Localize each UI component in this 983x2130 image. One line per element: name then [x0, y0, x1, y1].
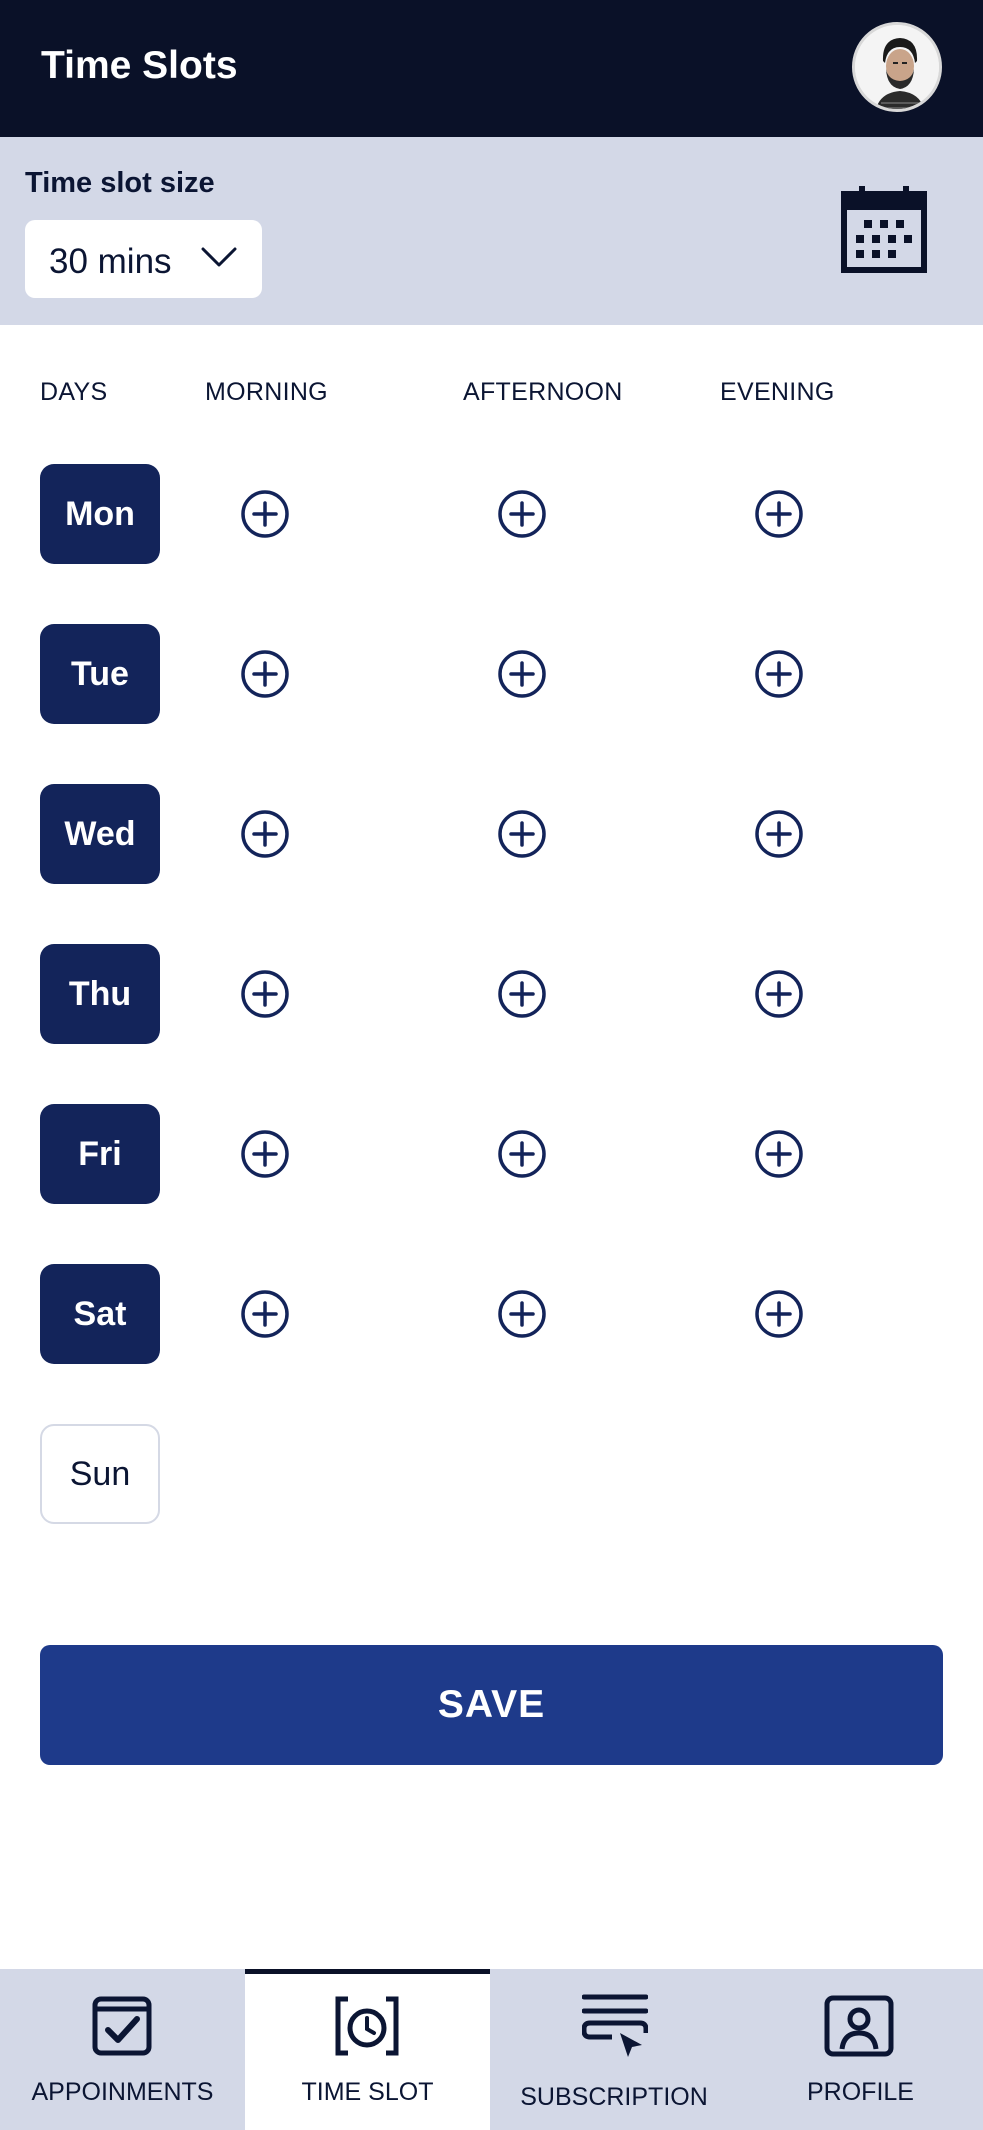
add-slot-tue-afternoon-icon[interactable] [497, 649, 547, 699]
page-title: Time Slots [41, 44, 238, 87]
app-header: Time Slots [0, 0, 983, 137]
avatar-icon [855, 25, 939, 109]
day-button-fri[interactable]: Fri [40, 1104, 160, 1204]
nav-label-appointments: APPOINMENTS [31, 2078, 214, 2106]
day-button-sat[interactable]: Sat [40, 1264, 160, 1364]
add-slot-sat-afternoon-icon[interactable] [497, 1289, 547, 1339]
nav-label-subscription: SUBSCRIPTION [520, 2083, 708, 2111]
add-slot-sat-morning-icon[interactable] [240, 1289, 290, 1339]
column-header-morning: MORNING [205, 378, 328, 406]
slot-size-value: 30 mins [49, 242, 172, 281]
column-header-afternoon: AFTERNOON [463, 378, 623, 406]
add-slot-wed-morning-icon[interactable] [240, 809, 290, 859]
column-header-days: DAYS [40, 378, 108, 406]
nav-item-time-slot[interactable]: TIME SLOT [245, 1969, 490, 2130]
time-slot-icon [335, 1996, 399, 2056]
slot-settings-panel: Time slot size 30 mins [0, 137, 983, 325]
nav-item-subscription[interactable]: SUBSCRIPTION [490, 1969, 738, 2130]
add-slot-thu-evening-icon[interactable] [754, 969, 804, 1019]
day-button-sun[interactable]: Sun [40, 1424, 160, 1524]
add-slot-fri-morning-icon[interactable] [240, 1129, 290, 1179]
subscription-icon [582, 1994, 648, 2057]
appointments-icon [92, 1996, 152, 2056]
add-slot-thu-afternoon-icon[interactable] [497, 969, 547, 1019]
add-slot-tue-morning-icon[interactable] [240, 649, 290, 699]
bottom-nav: APPOINMENTS TIME SLOT SUBSCRIPTION PROFI… [0, 1969, 983, 2130]
chevron-down-icon [201, 247, 237, 267]
nav-label-time-slot: TIME SLOT [301, 2078, 434, 2106]
save-button[interactable]: SAVE [40, 1645, 943, 1765]
add-slot-thu-morning-icon[interactable] [240, 969, 290, 1019]
add-slot-wed-afternoon-icon[interactable] [497, 809, 547, 859]
slot-size-dropdown[interactable]: 30 mins [25, 220, 262, 298]
add-slot-sat-evening-icon[interactable] [754, 1289, 804, 1339]
day-button-mon[interactable]: Mon [40, 464, 160, 564]
calendar-icon[interactable] [840, 184, 928, 274]
add-slot-wed-evening-icon[interactable] [754, 809, 804, 859]
add-slot-fri-evening-icon[interactable] [754, 1129, 804, 1179]
profile-icon [824, 1995, 894, 2057]
day-button-wed[interactable]: Wed [40, 784, 160, 884]
day-button-thu[interactable]: Thu [40, 944, 160, 1044]
nav-item-appointments[interactable]: APPOINMENTS [0, 1969, 245, 2130]
user-avatar[interactable] [852, 22, 942, 112]
add-slot-mon-evening-icon[interactable] [754, 489, 804, 539]
day-button-tue[interactable]: Tue [40, 624, 160, 724]
add-slot-tue-evening-icon[interactable] [754, 649, 804, 699]
add-slot-mon-afternoon-icon[interactable] [497, 489, 547, 539]
add-slot-mon-morning-icon[interactable] [240, 489, 290, 539]
nav-item-profile[interactable]: PROFILE [738, 1969, 983, 2130]
slot-size-label: Time slot size [25, 167, 215, 199]
column-header-evening: EVENING [720, 378, 835, 406]
add-slot-fri-afternoon-icon[interactable] [497, 1129, 547, 1179]
nav-label-profile: PROFILE [807, 2078, 914, 2106]
